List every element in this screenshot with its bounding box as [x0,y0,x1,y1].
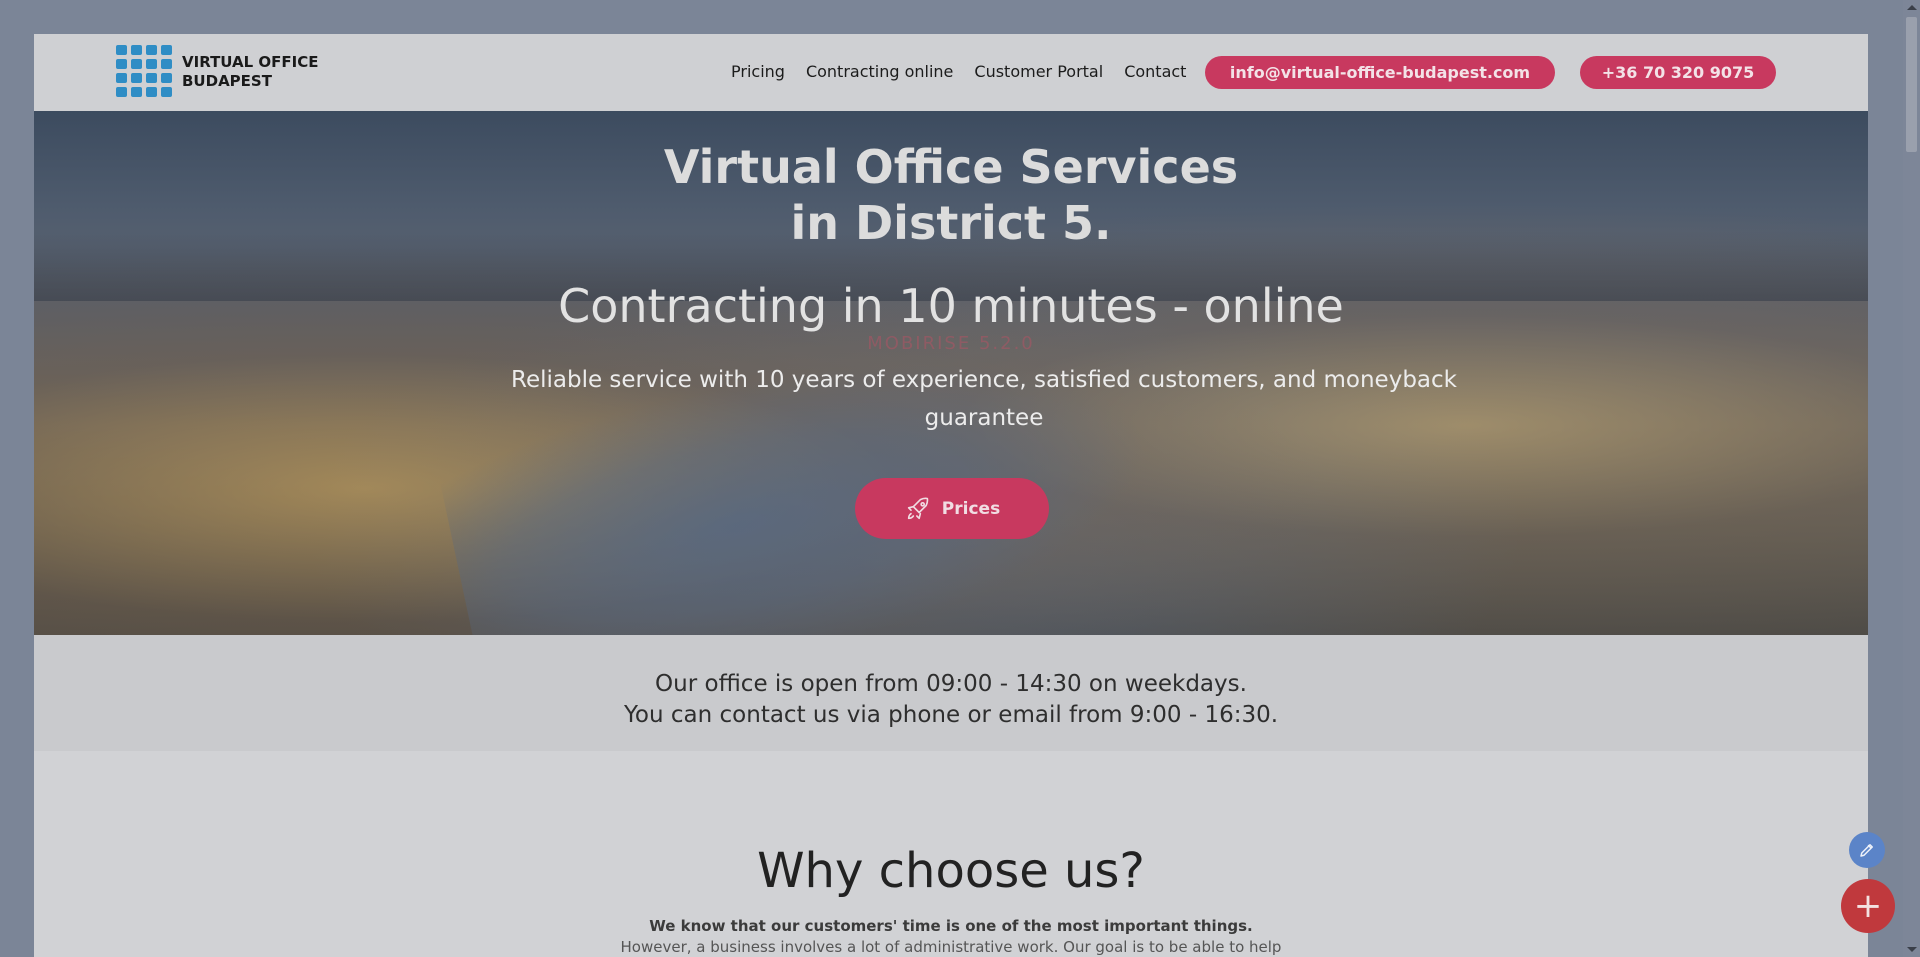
plus-icon: + [1853,886,1883,926]
builder-watermark: MOBIRISE 5.2.0 [867,333,1035,354]
rocket-icon [907,497,929,519]
add-fab-button[interactable]: + [1841,879,1895,933]
brand-line-2: BUDAPEST [182,72,272,90]
scrollbar-thumb[interactable] [1906,17,1917,152]
brand-name: VIRTUAL OFFICE BUDAPEST [182,53,332,91]
hero-title-line-2: in District 5. [790,196,1112,250]
section-body: However, a business involves a lot of ad… [620,938,1282,956]
office-hours-line: Our office is open from 09:00 - 14:30 on… [655,671,1247,697]
why-choose-us-section: Why choose us? We know that our customer… [34,751,1868,957]
page: VIRTUAL OFFICE BUDAPEST Pricing Contract… [34,34,1868,957]
hero-section: Virtual Office Services in District 5. C… [34,111,1868,721]
brand-line-1: VIRTUAL OFFICE [182,53,319,71]
contact-hours-line: You can contact us via phone or email fr… [623,702,1279,728]
pencil-icon [1860,844,1873,857]
nav-item-pricing[interactable]: Pricing [731,62,785,81]
hero-title-line-1: Virtual Office Services [663,140,1239,194]
office-hours-strip: Our office is open from 09:00 - 14:30 on… [34,635,1868,751]
edit-fab-button[interactable] [1849,832,1885,868]
scroll-up-icon[interactable] [1907,5,1917,10]
grid-logo-icon [116,45,172,99]
page-scrollbar[interactable] [1903,0,1920,957]
prices-button[interactable]: Prices [855,478,1049,539]
nav-item-customer-portal[interactable]: Customer Portal [974,62,1103,81]
section-lead: We know that our customers' time is one … [649,917,1253,935]
hero-subtitle: Contracting in 10 minutes - online [558,279,1344,333]
hero-description: Reliable service with 10 years of experi… [511,367,1457,431]
main-nav: Pricing Contracting online Customer Port… [731,62,1186,81]
section-title: Why choose us? [757,843,1145,899]
brand-logo[interactable]: VIRTUAL OFFICE BUDAPEST [116,45,332,99]
phone-button[interactable]: +36 70 320 9075 [1580,56,1776,89]
scroll-down-icon[interactable] [1907,947,1917,952]
hero-title: Virtual Office Services in District 5. [34,139,1868,251]
site-header: VIRTUAL OFFICE BUDAPEST Pricing Contract… [34,34,1868,111]
nav-item-contracting-online[interactable]: Contracting online [806,62,953,81]
email-button[interactable]: info@virtual-office-budapest.com [1205,56,1555,89]
nav-item-contact[interactable]: Contact [1124,62,1186,81]
prices-button-label: Prices [941,498,1001,519]
